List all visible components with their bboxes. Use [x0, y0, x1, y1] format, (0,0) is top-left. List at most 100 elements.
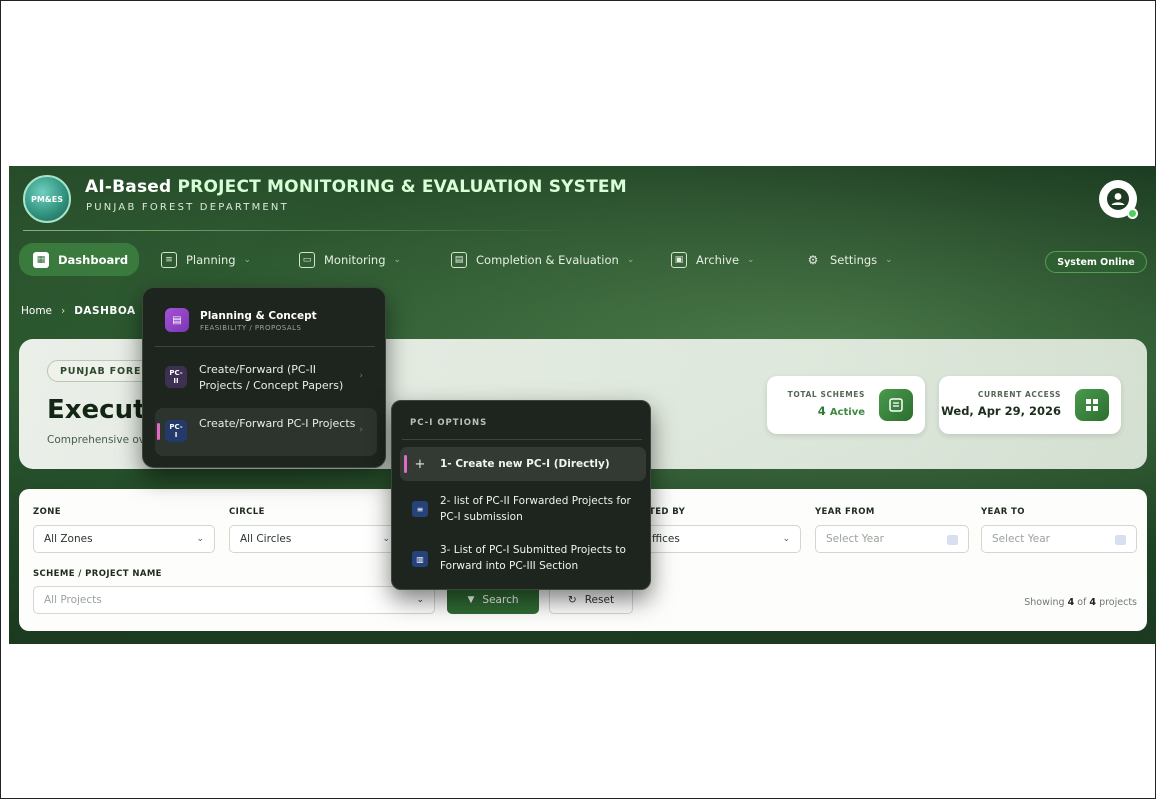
scheme-select[interactable]: All Projects ⌄ [33, 586, 435, 614]
menu-item-pc1-submitted-label: 3- List of PC-I Submitted Projects to Fo… [440, 544, 626, 572]
results-count: Showing 4 of 4 projects [1024, 597, 1137, 608]
menu-item-pc2[interactable]: PC- II Create/Forward (PC-II Projects / C… [155, 354, 377, 402]
chevron-down-icon: ⌄ [243, 255, 252, 265]
showing-suffix: projects [1099, 597, 1137, 608]
submitted-by-value: ffices [652, 533, 680, 545]
zone-label: ZONE [33, 507, 61, 517]
nav-monitoring[interactable]: ▭ Monitoring ⌄ [299, 246, 401, 274]
submitted-by-label: TED BY [649, 507, 686, 517]
menu-item-pc1-label: Create/Forward PC-I Projects [199, 417, 356, 430]
current-access-value: Wed, Apr 29, 2026 [941, 404, 1061, 418]
archive-icon: ▣ [671, 252, 687, 268]
nav-planning-label: Planning [186, 253, 236, 267]
year-to-input[interactable]: Select Year [981, 525, 1137, 553]
grid-icon: ▦ [33, 251, 49, 268]
search-button-label: Search [482, 593, 519, 606]
logo-text: PM&ES [30, 194, 64, 204]
document-icon: ▤ [165, 308, 189, 332]
nav-completion[interactable]: ▤ Completion & Evaluation ⌄ [451, 246, 634, 274]
nav-settings-label: Settings [830, 253, 878, 267]
app-title: AI-Based PROJECT MONITORING & EVALUATION… [85, 177, 627, 197]
main-nav: ▦ Dashboard ≡ Planning ⌄ ▭ Monitoring ⌄ ▤ Comp… [9, 238, 1156, 282]
showing-prefix: Showing [1024, 597, 1065, 608]
planning-dropdown-subtitle: FEASIBILITY / PROPOSALS [200, 324, 302, 332]
chevron-down-icon: ⌄ [416, 595, 424, 605]
planning-dropdown-header: ▤ Planning & Concept FEASIBILITY / PROPO… [155, 302, 375, 342]
zone-select[interactable]: All Zones ⌄ [33, 525, 215, 553]
active-indicator [404, 455, 407, 473]
chevron-down-icon: ⌄ [626, 255, 635, 265]
chevron-right-icon: › [359, 371, 363, 381]
planning-dropdown: ▤ Planning & Concept FEASIBILITY / PROPO… [142, 287, 386, 468]
scheme-value: All Projects [44, 594, 102, 606]
menu-item-create-pc1-label: 1- Create new PC-I (Directly) [440, 458, 610, 470]
pc1-options-title: PC-I OPTIONS [410, 418, 488, 428]
chart-icon: ▤ [451, 252, 467, 268]
divider [155, 346, 375, 347]
page-description: Comprehensive ov [47, 434, 146, 446]
title-prefix: AI-Based [85, 177, 172, 197]
year-from-placeholder: Select Year [826, 533, 884, 545]
chevron-down-icon: ⌄ [885, 255, 893, 265]
grid-icon [1075, 389, 1109, 421]
list-icon [879, 389, 913, 421]
menu-item-pc2-label: Create/Forward (PC-II Projects / Concept… [199, 363, 344, 392]
divider [402, 439, 642, 440]
total-schemes-unit: Active [829, 407, 865, 418]
nav-dashboard[interactable]: ▦ Dashboard [19, 243, 139, 276]
plus-icon: + [414, 456, 426, 472]
chevron-right-icon: › [359, 425, 363, 435]
system-status-badge: System Online [1045, 251, 1147, 273]
year-to-label: YEAR TO [981, 507, 1025, 517]
screenshot-frame: PM&ES AI-Based PROJECT MONITORING & EVAL… [0, 0, 1156, 799]
showing-total: 4 [1089, 597, 1097, 608]
nav-archive[interactable]: ▣ Archive ⌄ [671, 246, 755, 274]
current-access-label: CURRENT ACCESS [977, 390, 1061, 399]
current-access-card: CURRENT ACCESS Wed, Apr 29, 2026 [939, 376, 1121, 434]
menu-item-pc1-submitted[interactable]: ▥ 3- List of PC-I Submitted Projects to … [400, 539, 646, 581]
pc2-badge-icon: PC- II [165, 366, 187, 388]
list-icon: ≡ [161, 252, 177, 268]
title-main: PROJECT MONITORING & EVALUATION SYSTEM [177, 177, 627, 197]
nav-archive-label: Archive [696, 253, 740, 267]
menu-item-pc2-forwarded[interactable]: ≡ 2- list of PC-II Forwarded Projects fo… [400, 489, 646, 531]
nav-settings[interactable]: ⚙ Settings ⌄ [805, 246, 893, 274]
year-from-label: YEAR FROM [815, 507, 875, 517]
monitor-icon: ▭ [299, 252, 315, 268]
planning-dropdown-title: Planning & Concept [200, 310, 317, 322]
breadcrumb-current: DASHBOA [74, 305, 136, 317]
menu-item-create-pc1[interactable]: + 1- Create new PC-I (Directly) [400, 447, 646, 481]
submitted-by-select[interactable]: ffices ⌄ [639, 525, 801, 553]
total-schemes-card: TOTAL SCHEMES 4 Active [767, 376, 925, 434]
breadcrumb-home[interactable]: Home [21, 305, 52, 317]
breadcrumb: Home › DASHBOA [21, 305, 136, 317]
app-logo: PM&ES [23, 175, 71, 223]
chevron-down-icon: ⌄ [393, 255, 402, 265]
user-icon [1107, 188, 1129, 210]
scheme-label: SCHEME / PROJECT NAME [33, 569, 162, 579]
calendar-icon [947, 535, 958, 545]
total-schemes-number: 4 [817, 404, 826, 418]
chevron-down-icon: ⌄ [382, 534, 390, 544]
nav-dashboard-label: Dashboard [58, 252, 129, 267]
active-indicator [157, 423, 160, 440]
online-indicator [1127, 208, 1138, 219]
nav-planning[interactable]: ≡ Planning ⌄ [161, 246, 251, 274]
list-icon: ≡ [412, 501, 428, 517]
circle-select[interactable]: All Circles ⌄ [229, 525, 401, 553]
showing-mid: of [1077, 597, 1087, 608]
menu-item-pc1[interactable]: PC- I Create/Forward PC-I Projects › [155, 408, 377, 456]
reset-button-label: Reset [584, 593, 615, 606]
header-divider [23, 230, 583, 231]
nav-monitoring-label: Monitoring [324, 253, 386, 267]
gear-icon: ⚙ [807, 253, 819, 267]
user-avatar[interactable] [1099, 180, 1138, 219]
zone-value: All Zones [44, 533, 93, 545]
year-to-placeholder: Select Year [992, 533, 1050, 545]
app-subtitle: PUNJAB FOREST DEPARTMENT [86, 202, 289, 213]
breadcrumb-separator-icon: › [61, 305, 66, 317]
filter-icon: ▼ [467, 594, 475, 605]
year-from-input[interactable]: Select Year [815, 525, 969, 553]
nav-completion-label: Completion & Evaluation [476, 253, 619, 267]
menu-item-pc2-forwarded-label: 2- list of PC-II Forwarded Projects for … [440, 495, 631, 523]
